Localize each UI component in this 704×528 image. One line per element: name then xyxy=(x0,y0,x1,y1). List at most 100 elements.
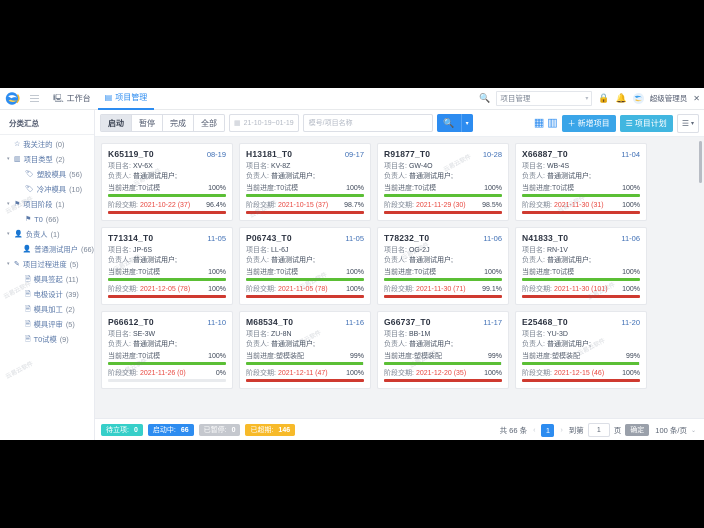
progress-row: 当前进度:T0试模 100% xyxy=(384,267,502,277)
project-owner-label: 负责人: xyxy=(522,257,545,264)
sidebar-item[interactable]: 🗎 T0试模 (9) xyxy=(0,332,94,347)
progress-bar xyxy=(108,362,226,365)
due-percent: 100% xyxy=(208,286,226,293)
project-card[interactable]: G66737_T0 11-17 项目名: BB-1M 负责人: 普通测试用户; 当前进度:塑… xyxy=(377,311,509,389)
scrollbar-track[interactable] xyxy=(699,141,702,397)
project-card[interactable]: E25468_T0 11-20 项目名: YU-3D 负责人: 普通测试用户; 当前进度:塑… xyxy=(515,311,647,389)
due-label: 阶段交期: xyxy=(384,370,414,377)
due-label: 阶段交期: xyxy=(384,202,414,209)
project-card[interactable]: K65119_T0 08-19 项目名: XV-6X 负责人: 普通测试用户; 当前进度:T… xyxy=(101,143,233,221)
search-button[interactable]: 🔍 xyxy=(436,114,461,132)
project-plan-button[interactable]: ☰ 项目计划 xyxy=(619,114,673,132)
project-code: M68534_T0 xyxy=(246,317,294,327)
scrollbar-thumb[interactable] xyxy=(699,141,702,183)
sidebar-item[interactable]: ▾ 👤 负责人 (1) xyxy=(0,227,94,242)
sidebar-item[interactable]: 🗎 模具签起 (11) xyxy=(0,272,94,287)
sidebar-item[interactable]: ▾ ▥ 项目类型 (2) xyxy=(0,152,94,167)
keyword-input[interactable]: 模号/项目名称 xyxy=(302,114,433,132)
page-number-1[interactable]: 1 xyxy=(541,423,555,437)
project-card[interactable]: N41833_T0 11-06 项目名: RN-1V 负责人: 普通测试用户; 当前进度:T… xyxy=(515,227,647,305)
status-chip[interactable]: 已超期: 146 xyxy=(245,424,296,436)
project-owner-row: 负责人: 普通测试用户; xyxy=(108,256,226,266)
lock-icon[interactable]: 🔒 xyxy=(598,94,609,103)
status-chip[interactable]: 启动中: 66 xyxy=(147,424,194,436)
due-date: 2021-10-15 (37) xyxy=(277,202,329,209)
tab-workbench[interactable]: 🖳 工作台 xyxy=(46,88,98,109)
progress-row: 当前进度:T0试模 100% xyxy=(522,267,640,277)
sidebar-item[interactable]: ⚑ T0 (66) xyxy=(0,212,94,227)
project-card[interactable]: H13181_T0 09-17 项目名: KV-8Z 负责人: 普通测试用户; 当前进度:T… xyxy=(239,143,371,221)
avatar[interactable] xyxy=(632,93,644,104)
progress-percent: 100% xyxy=(622,269,640,276)
progress-row: 当前进度:塑模装配 99% xyxy=(384,351,502,361)
project-owner-row: 负责人: 普通测试用户; xyxy=(522,340,640,350)
hamburger-icon[interactable] xyxy=(26,88,42,109)
progress-stage: T0试模 xyxy=(551,185,575,192)
file-icon: 🗎 xyxy=(25,276,31,283)
prev-page-button[interactable]: ‹ xyxy=(531,427,537,434)
project-owner-row: 负责人: 普通测试用户; xyxy=(522,256,640,266)
progress-stage: T0试模 xyxy=(275,269,299,276)
status-chip[interactable]: 已暂停: 0 xyxy=(198,424,241,436)
project-name-value: GW-4O xyxy=(408,163,433,170)
expand-caret-icon[interactable]: ▾ xyxy=(7,262,13,267)
list-view-icon[interactable]: ▥ xyxy=(547,117,557,129)
goto-page-input[interactable]: 1 xyxy=(587,423,610,437)
sidebar-item[interactable]: 👤 普通测试用户 (66) xyxy=(0,242,94,257)
module-select[interactable]: 项目管理 ▾ xyxy=(496,91,593,106)
close-icon[interactable]: ✕ xyxy=(693,94,700,103)
project-code: K65119_T0 xyxy=(108,149,154,159)
search-options-button[interactable]: ▾ xyxy=(460,114,473,132)
sidebar-item[interactable]: ☆ 我关注的 (0) xyxy=(0,137,94,152)
project-owner-label: 负责人: xyxy=(522,173,545,180)
sidebar-item[interactable]: 🗎 电极设计 (39) xyxy=(0,287,94,302)
search-icon[interactable]: 🔍 xyxy=(479,94,490,103)
project-owner-row: 负责人: 普通测试用户; xyxy=(522,172,640,182)
project-card[interactable]: T78232_T0 11-06 项目名: OG-2J 负责人: 普通测试用户; 当前进度:T… xyxy=(377,227,509,305)
page-size-select[interactable]: 100 条/页 ⌄ xyxy=(653,424,698,437)
sidebar-item[interactable]: 🗎 模具评审 (5) xyxy=(0,317,94,332)
project-card[interactable]: M68534_T0 11-16 项目名: ZU-8N 负责人: 普通测试用户; 当前进度:塑… xyxy=(239,311,371,389)
sidebar-item[interactable]: ▾ ⚑ 项目阶段 (1) xyxy=(0,197,94,212)
progress-percent: 99% xyxy=(625,353,640,360)
project-card[interactable]: X66887_T0 11-04 项目名: WB-4S 负责人: 普通测试用户; 当前进度:T… xyxy=(515,143,647,221)
progress-bar xyxy=(246,194,364,197)
date-range-picker[interactable]: ▦ 21-10-19~01-19 xyxy=(229,114,299,132)
project-card[interactable]: R91877_T0 10-28 项目名: GW-4O 负责人: 普通测试用户; 当前进度:T… xyxy=(377,143,509,221)
bell-icon[interactable]: 🔔 xyxy=(616,94,627,103)
next-page-button[interactable]: › xyxy=(558,427,564,434)
project-owner-row: 负责人: 普通测试用户; xyxy=(384,172,502,182)
sidebar-item[interactable]: 🏷 塑胶模具 (56) xyxy=(0,167,94,182)
expand-caret-icon[interactable]: ▾ xyxy=(7,157,13,162)
card-header: T78232_T0 11-06 xyxy=(384,233,502,243)
expand-caret-icon[interactable]: ▾ xyxy=(7,202,13,207)
project-card[interactable]: T71314_T0 11-05 项目名: JP-6S 负责人: 普通测试用户; 当前进度:T… xyxy=(101,227,233,305)
add-project-button[interactable]: ＋ 新增项目 xyxy=(561,114,616,132)
project-name-row: 项目名: RN-1V xyxy=(522,246,640,256)
project-card[interactable]: P66612_T0 11-10 项目名: SE-3W 负责人: 普通测试用户; 当前进度:T… xyxy=(101,311,233,389)
status-chip[interactable]: 待立项: 0 xyxy=(101,424,143,436)
project-card[interactable]: P06743_T0 11-05 项目名: LL-6J 负责人: 普通测试用户; 当前进度:T… xyxy=(239,227,371,305)
expand-caret-icon[interactable]: ▾ xyxy=(7,232,13,237)
status-filter-option[interactable]: 启动 xyxy=(101,115,132,131)
card-header: K65119_T0 08-19 xyxy=(108,149,226,159)
sidebar-item-count: (1) xyxy=(55,200,65,209)
project-owner-row: 负责人: 普通测试用户; xyxy=(246,256,364,266)
project-code: N41833_T0 xyxy=(522,233,569,243)
grid-view-icon[interactable]: ▦ xyxy=(534,117,544,129)
brand-logo-icon[interactable] xyxy=(0,88,26,109)
project-code: P06743_T0 xyxy=(246,233,292,243)
tab-project-management[interactable]: ▤ 项目管理 xyxy=(97,88,155,110)
status-filter-option[interactable]: 全部 xyxy=(194,115,224,131)
sidebar-item-label: 负责人 xyxy=(25,229,48,239)
due-label: 阶段交期: xyxy=(108,202,138,209)
card-header: P66612_T0 11-10 xyxy=(108,317,226,327)
status-filter-option[interactable]: 暂停 xyxy=(132,115,163,131)
sidebar-item[interactable]: ▾ ✎ 项目过程进度 (5) xyxy=(0,257,94,272)
sidebar-item[interactable]: 🗎 模具加工 (2) xyxy=(0,302,94,317)
more-menu-button[interactable]: ☰ ▾ xyxy=(676,113,699,133)
goto-confirm-button[interactable]: 确定 xyxy=(625,424,650,436)
project-name-label: 项目名: xyxy=(108,163,131,170)
sidebar-item[interactable]: 🏷 冷冲模具 (10) xyxy=(0,182,94,197)
status-filter-option[interactable]: 完成 xyxy=(163,115,194,131)
